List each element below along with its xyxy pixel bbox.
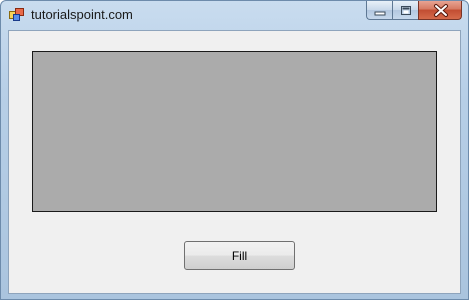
client-area: Fill [8,30,461,294]
caption-buttons [366,1,462,21]
fill-button[interactable]: Fill [184,241,295,270]
title-bar[interactable]: tutorialspoint.com [1,1,468,29]
close-icon [434,4,448,17]
fill-panel [32,51,437,212]
maximize-button[interactable] [392,1,418,20]
app-window: tutorialspoint.com Fill [0,0,469,300]
app-icon [9,8,25,22]
minimize-icon [374,11,386,16]
maximize-icon [401,6,411,15]
window-title: tutorialspoint.com [31,7,133,22]
minimize-button[interactable] [366,1,392,20]
close-button[interactable] [418,1,462,20]
